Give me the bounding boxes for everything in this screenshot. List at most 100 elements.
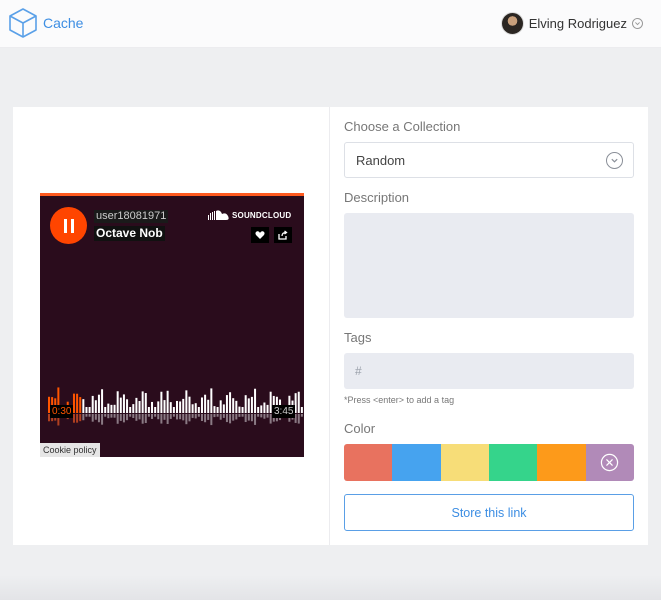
waveform-bar bbox=[166, 390, 169, 413]
waveform-bar bbox=[254, 388, 257, 413]
waveform-bar bbox=[107, 403, 110, 413]
user-menu[interactable]: Elving Rodriguez bbox=[500, 12, 643, 35]
waveform-reflection-bar bbox=[94, 414, 97, 420]
waveform-bar bbox=[179, 401, 182, 413]
pause-icon-bar-left bbox=[63, 218, 67, 233]
waveform[interactable] bbox=[48, 343, 304, 443]
waveform-bar bbox=[182, 398, 185, 413]
waveform-reflection-bar bbox=[241, 414, 244, 417]
waveform-bar bbox=[144, 393, 147, 413]
waveform-reflection-bar bbox=[76, 414, 79, 423]
waveform-bar bbox=[157, 401, 160, 413]
waveform-reflection-bar bbox=[88, 414, 91, 417]
waveform-reflection-bar bbox=[235, 414, 238, 420]
waveform-reflection-bar bbox=[191, 414, 194, 418]
tags-hint: *Press <enter> to add a tag bbox=[344, 395, 455, 405]
close-circle-icon bbox=[601, 453, 619, 472]
page-bottom-shade bbox=[0, 575, 661, 600]
waveform-bar bbox=[250, 396, 253, 413]
waveform-reflection-bar bbox=[110, 414, 113, 418]
waveform-reflection-bar bbox=[104, 414, 107, 417]
waveform-reflection-bar bbox=[250, 414, 253, 422]
waveform-reflection-bar bbox=[141, 414, 144, 424]
color-swatch-clear[interactable] bbox=[585, 444, 634, 481]
waveform-bar bbox=[297, 391, 300, 413]
waveform-reflection-bar bbox=[119, 414, 122, 421]
waveform-bar bbox=[110, 404, 113, 413]
waveform-reflection-bar bbox=[151, 414, 154, 419]
brand-logo[interactable]: Cache bbox=[8, 7, 83, 39]
share-button[interactable] bbox=[274, 227, 292, 243]
waveform-bar bbox=[94, 400, 97, 413]
waveform-reflection-bar bbox=[179, 414, 182, 420]
waveform-bar bbox=[104, 407, 107, 413]
waveform-bar bbox=[122, 394, 125, 413]
waveform-bar bbox=[216, 407, 219, 413]
waveform-bar bbox=[119, 397, 122, 413]
track-title[interactable]: Octave Nob bbox=[94, 226, 165, 241]
player-top-accent bbox=[40, 193, 304, 196]
waveform-reflection-bar bbox=[238, 414, 241, 417]
waveform-bar bbox=[160, 391, 163, 413]
waveform-bar bbox=[135, 397, 138, 413]
waveform-reflection-bar bbox=[213, 414, 216, 418]
waveform-bar bbox=[219, 400, 222, 413]
tags-input[interactable] bbox=[344, 353, 634, 389]
waveform-bar bbox=[194, 403, 197, 413]
chevron-down-icon bbox=[606, 152, 623, 169]
soundcloud-wordmark: SOUNDCLOUD bbox=[232, 210, 292, 220]
waveform-bar bbox=[76, 393, 79, 413]
waveform-bar bbox=[172, 407, 175, 413]
waveform-reflection-bar bbox=[172, 414, 175, 417]
waveform-reflection-bar bbox=[260, 414, 263, 418]
waveform-bar bbox=[116, 391, 119, 413]
pause-button[interactable] bbox=[50, 207, 87, 244]
waveform-bar bbox=[85, 407, 88, 413]
color-swatch-orange[interactable] bbox=[537, 444, 586, 481]
cube-logo-icon bbox=[9, 8, 37, 38]
collection-select[interactable]: Random bbox=[344, 142, 634, 178]
waveform-bar bbox=[244, 395, 247, 413]
waveform-bar bbox=[151, 401, 154, 413]
color-swatch-blue[interactable] bbox=[392, 444, 441, 481]
soundcloud-player: user18081971 Octave Nob SOUNDCLOUD 0:30 … bbox=[40, 193, 304, 457]
link-card: user18081971 Octave Nob SOUNDCLOUD 0:30 … bbox=[13, 107, 648, 545]
waveform-reflection-bar bbox=[82, 414, 85, 421]
card-divider bbox=[329, 107, 330, 545]
waveform-bar bbox=[238, 406, 241, 413]
cookie-policy-link[interactable]: Cookie policy bbox=[40, 443, 100, 457]
waveform-bar bbox=[88, 407, 91, 413]
store-link-button[interactable]: Store this link bbox=[344, 494, 634, 531]
soundcloud-logo[interactable]: SOUNDCLOUD bbox=[208, 210, 291, 220]
top-bar: Cache Elving Rodriguez bbox=[0, 0, 661, 48]
waveform-reflection-bar bbox=[244, 414, 247, 423]
soundcloud-cloud-icon bbox=[208, 210, 229, 220]
waveform-reflection-bar bbox=[266, 414, 269, 418]
share-icon bbox=[278, 230, 288, 240]
color-swatch-yellow[interactable] bbox=[440, 444, 489, 481]
waveform-bar bbox=[147, 407, 150, 413]
waveform-bar bbox=[266, 404, 269, 413]
waveform-reflection-bar bbox=[204, 414, 207, 423]
waveform-reflection-bar bbox=[135, 414, 138, 421]
waveform-reflection-bar bbox=[144, 414, 147, 423]
waveform-reflection-bar bbox=[207, 414, 210, 420]
waveform-bar bbox=[185, 390, 188, 413]
pause-icon-bar-right bbox=[70, 218, 74, 233]
waveform-bar bbox=[207, 399, 210, 413]
color-swatch-red[interactable] bbox=[344, 444, 393, 481]
description-field[interactable] bbox=[344, 213, 634, 318]
description-label: Description bbox=[344, 190, 410, 205]
waveform-bar bbox=[188, 396, 191, 413]
waveform-bar bbox=[138, 401, 141, 413]
waveform-reflection-bar bbox=[138, 414, 141, 420]
color-swatch-green[interactable] bbox=[488, 444, 538, 481]
waveform-reflection-bar bbox=[166, 414, 169, 424]
waveform-bar bbox=[204, 394, 207, 413]
waveform-bar bbox=[257, 407, 260, 413]
like-button[interactable] bbox=[251, 227, 269, 243]
waveform-bar bbox=[197, 407, 200, 413]
track-username[interactable]: user18081971 bbox=[94, 210, 169, 223]
waveform-bar bbox=[91, 395, 94, 413]
waveform-bar bbox=[97, 394, 100, 413]
